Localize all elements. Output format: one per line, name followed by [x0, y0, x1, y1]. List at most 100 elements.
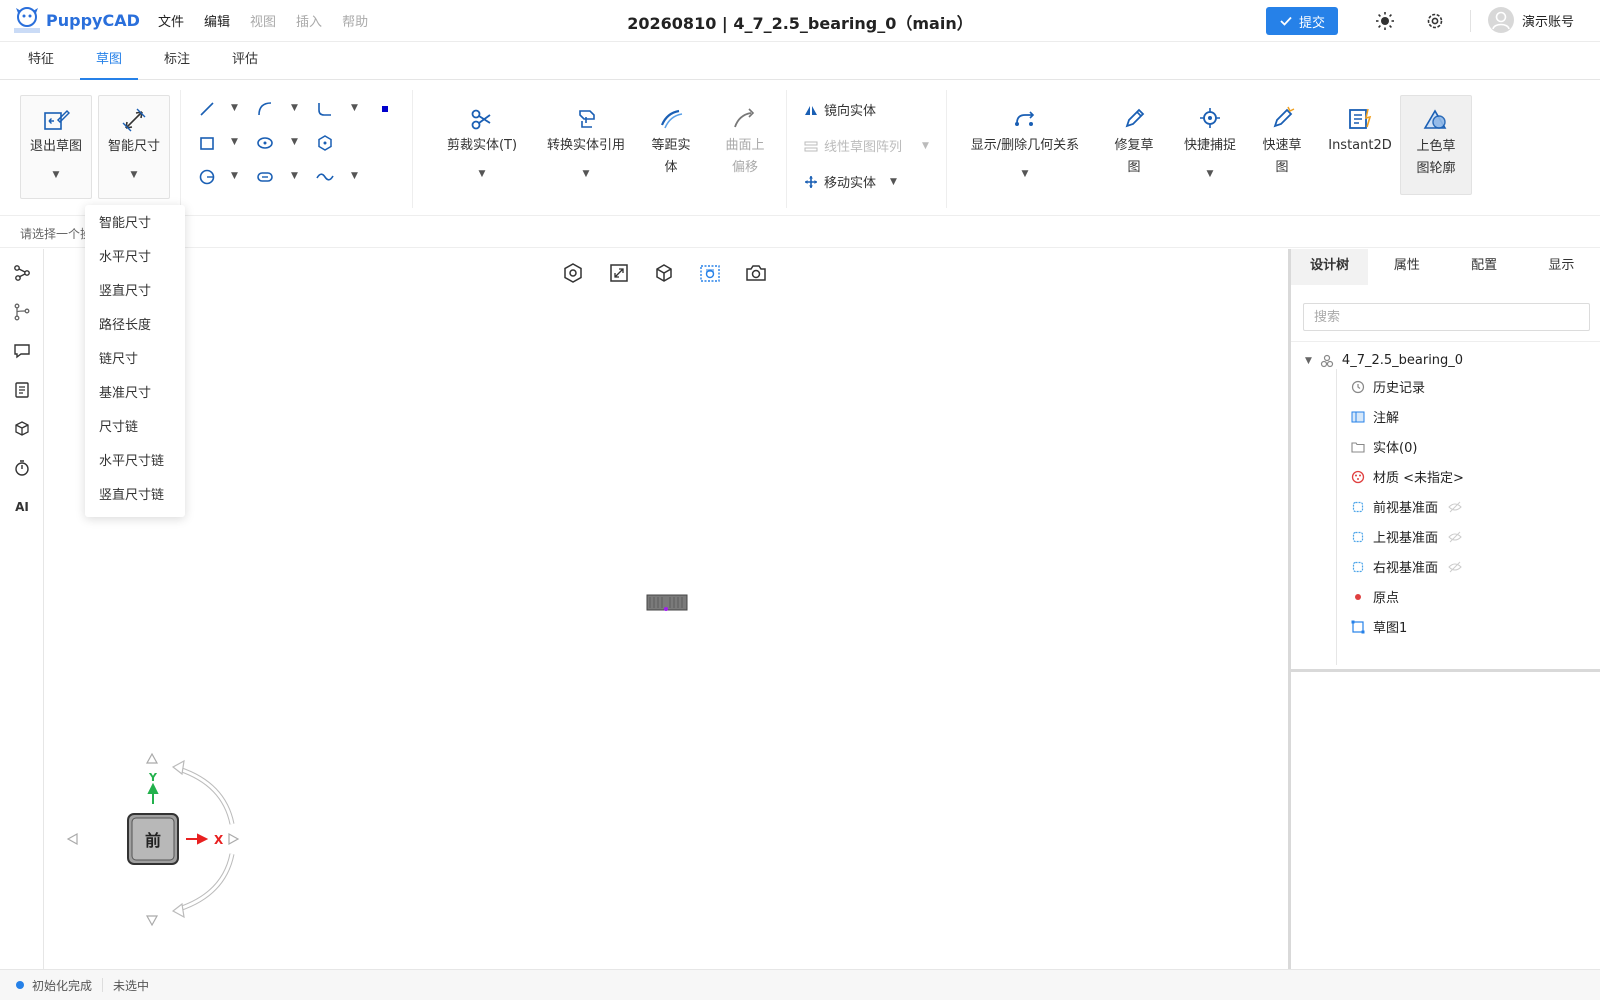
exit-sketch-button[interactable]: 退出草图 ▼	[20, 95, 92, 199]
rotate-down-arrow-icon[interactable]	[178, 853, 235, 912]
circle-tool[interactable]	[196, 166, 218, 188]
instant2d-button[interactable]: Instant2D	[1320, 95, 1400, 199]
chevron-down-icon[interactable]: ▼	[131, 164, 138, 186]
rotate-up-arrow-icon[interactable]	[178, 766, 235, 825]
fillet-tool[interactable]	[314, 98, 336, 120]
ai-assistant-button[interactable]: AI	[11, 496, 33, 518]
eye-hidden-icon[interactable]	[1448, 531, 1462, 543]
tree-item-right-plane[interactable]: 右视基准面	[1351, 557, 1462, 576]
menu-item-horizontal-ordinate[interactable]: 水平尺寸链	[85, 445, 185, 479]
shaded-contours-button[interactable]: 上色草 图轮廓	[1400, 95, 1472, 195]
point-tool[interactable]	[374, 98, 396, 120]
move-entities-button[interactable]: 移动实体 ▼	[804, 172, 897, 191]
linear-pattern-button[interactable]: 线性草图阵列 ▼	[804, 136, 929, 155]
tab-annotate[interactable]: 标注	[150, 42, 204, 80]
document-tool[interactable]	[11, 379, 33, 401]
menu-item-baseline-dimension[interactable]: 基准尺寸	[85, 377, 185, 411]
quick-snaps-button[interactable]: 快捷捕捉 ▼	[1176, 95, 1244, 199]
convert-entities-button[interactable]: 转换实体引用 ▼	[530, 95, 642, 199]
menu-item-path-length[interactable]: 路径长度	[85, 309, 185, 343]
chevron-down-icon[interactable]: ▼	[922, 141, 929, 151]
pan-up-icon[interactable]	[145, 752, 159, 764]
menu-item-horizontal-dimension[interactable]: 水平尺寸	[85, 241, 185, 275]
menu-edit[interactable]: 编辑	[204, 11, 230, 30]
tree-root-part[interactable]: ▼ 4_7_2.5_bearing_0	[1305, 353, 1463, 368]
chevron-down-icon[interactable]: ▼	[1022, 163, 1029, 185]
spline-tool[interactable]	[314, 166, 336, 188]
eye-hidden-icon[interactable]	[1448, 501, 1462, 513]
design-tree-search-input[interactable]	[1303, 303, 1590, 331]
chevron-down-icon[interactable]: ▼	[479, 163, 486, 185]
chevron-down-icon[interactable]: ▼	[1207, 163, 1214, 185]
straight-slot-tool[interactable]	[254, 166, 276, 188]
assembly-tool[interactable]	[11, 262, 33, 284]
tab-display[interactable]: 显示	[1523, 249, 1600, 285]
chevron-down-icon[interactable]: ▼	[53, 164, 60, 186]
mirror-entities-button[interactable]: 镜向实体	[804, 100, 876, 119]
pan-left-icon[interactable]	[66, 832, 78, 846]
settings-button[interactable]	[1424, 10, 1446, 32]
offset-on-surface-button[interactable]: 曲面上 偏移	[714, 95, 776, 199]
chevron-down-icon[interactable]: ▼	[583, 163, 590, 185]
comment-tool[interactable]	[11, 340, 33, 362]
origin-point[interactable]	[664, 607, 668, 611]
tree-item-bodies[interactable]: 实体(0)	[1351, 437, 1417, 456]
repair-sketch-button[interactable]: 修复草 图	[1104, 95, 1164, 199]
trim-entities-button[interactable]: 剪裁实体(T) ▼	[432, 95, 532, 199]
part-tool[interactable]	[11, 418, 33, 440]
tab-sketch[interactable]: 草图	[80, 42, 138, 80]
pan-down-icon[interactable]	[145, 915, 159, 927]
menu-file[interactable]: 文件	[158, 11, 184, 30]
app-logo[interactable]: PuppyCAD	[12, 5, 140, 35]
display-relations-button[interactable]: 显示/删除几何关系 ▼	[962, 95, 1088, 199]
chevron-down-icon[interactable]: ▼	[231, 137, 238, 147]
submit-button[interactable]: 提交	[1266, 7, 1338, 35]
menu-help[interactable]: 帮助	[342, 11, 368, 30]
chevron-down-icon[interactable]: ▼	[231, 103, 238, 113]
slot-tool[interactable]	[254, 132, 276, 154]
menu-item-vertical-ordinate[interactable]: 竖直尺寸链	[85, 479, 185, 513]
menu-view[interactable]: 视图	[250, 11, 276, 30]
tree-item-origin[interactable]: 原点	[1351, 587, 1399, 606]
chevron-down-icon[interactable]: ▼	[351, 103, 358, 113]
menu-item-vertical-dimension[interactable]: 竖直尺寸	[85, 275, 185, 309]
chevron-down-icon[interactable]: ▼	[291, 171, 298, 181]
menu-insert[interactable]: 插入	[296, 11, 322, 30]
tree-item-annotations[interactable]: 注解	[1351, 407, 1399, 426]
chevron-down-icon[interactable]: ▼	[890, 177, 897, 187]
tree-item-material[interactable]: 材质 <未指定>	[1351, 467, 1464, 486]
menu-item-smart-dimension[interactable]: 智能尺寸	[85, 207, 185, 241]
tree-item-front-plane[interactable]: 前视基准面	[1351, 497, 1462, 516]
chevron-down-icon[interactable]: ▼	[291, 137, 298, 147]
polygon-tool[interactable]	[314, 132, 336, 154]
smart-dimension-button[interactable]: 智能尺寸 ▼	[98, 95, 170, 199]
chevron-down-icon[interactable]: ▼	[291, 103, 298, 113]
user-account[interactable]: 演示账号	[1488, 7, 1574, 33]
menu-item-chain-dimension[interactable]: 链尺寸	[85, 343, 185, 377]
panel-splitter[interactable]	[1291, 669, 1600, 672]
tab-features[interactable]: 特征	[14, 42, 68, 80]
timer-tool[interactable]	[11, 457, 33, 479]
chevron-down-icon[interactable]: ▼	[1305, 356, 1312, 366]
tab-properties[interactable]: 属性	[1368, 249, 1445, 285]
chevron-down-icon[interactable]: ▼	[351, 171, 358, 181]
menu-item-ordinate-dimension[interactable]: 尺寸链	[85, 411, 185, 445]
tab-configuration[interactable]: 配置	[1446, 249, 1523, 285]
tree-item-top-plane[interactable]: 上视基准面	[1351, 527, 1462, 546]
pan-right-icon[interactable]	[228, 832, 240, 846]
chevron-down-icon[interactable]: ▼	[231, 171, 238, 181]
tree-item-history[interactable]: 历史记录	[1351, 377, 1425, 396]
view-triad[interactable]: 前 Y X	[64, 749, 274, 939]
line-tool[interactable]	[196, 98, 218, 120]
eye-hidden-icon[interactable]	[1448, 561, 1462, 573]
arc-tool[interactable]	[254, 98, 276, 120]
rectangle-tool[interactable]	[196, 132, 218, 154]
tree-item-sketch1[interactable]: 草图1	[1351, 617, 1407, 636]
offset-entities-button[interactable]: 等距实 体	[640, 95, 702, 199]
rapid-sketch-button[interactable]: 快速草 图	[1252, 95, 1312, 199]
theme-toggle-button[interactable]	[1374, 10, 1396, 32]
tab-design-tree[interactable]: 设计树	[1291, 249, 1369, 285]
tab-evaluate[interactable]: 评估	[218, 42, 272, 80]
3d-viewport[interactable]: 前 Y X	[44, 249, 1286, 969]
branch-tool[interactable]	[11, 301, 33, 323]
